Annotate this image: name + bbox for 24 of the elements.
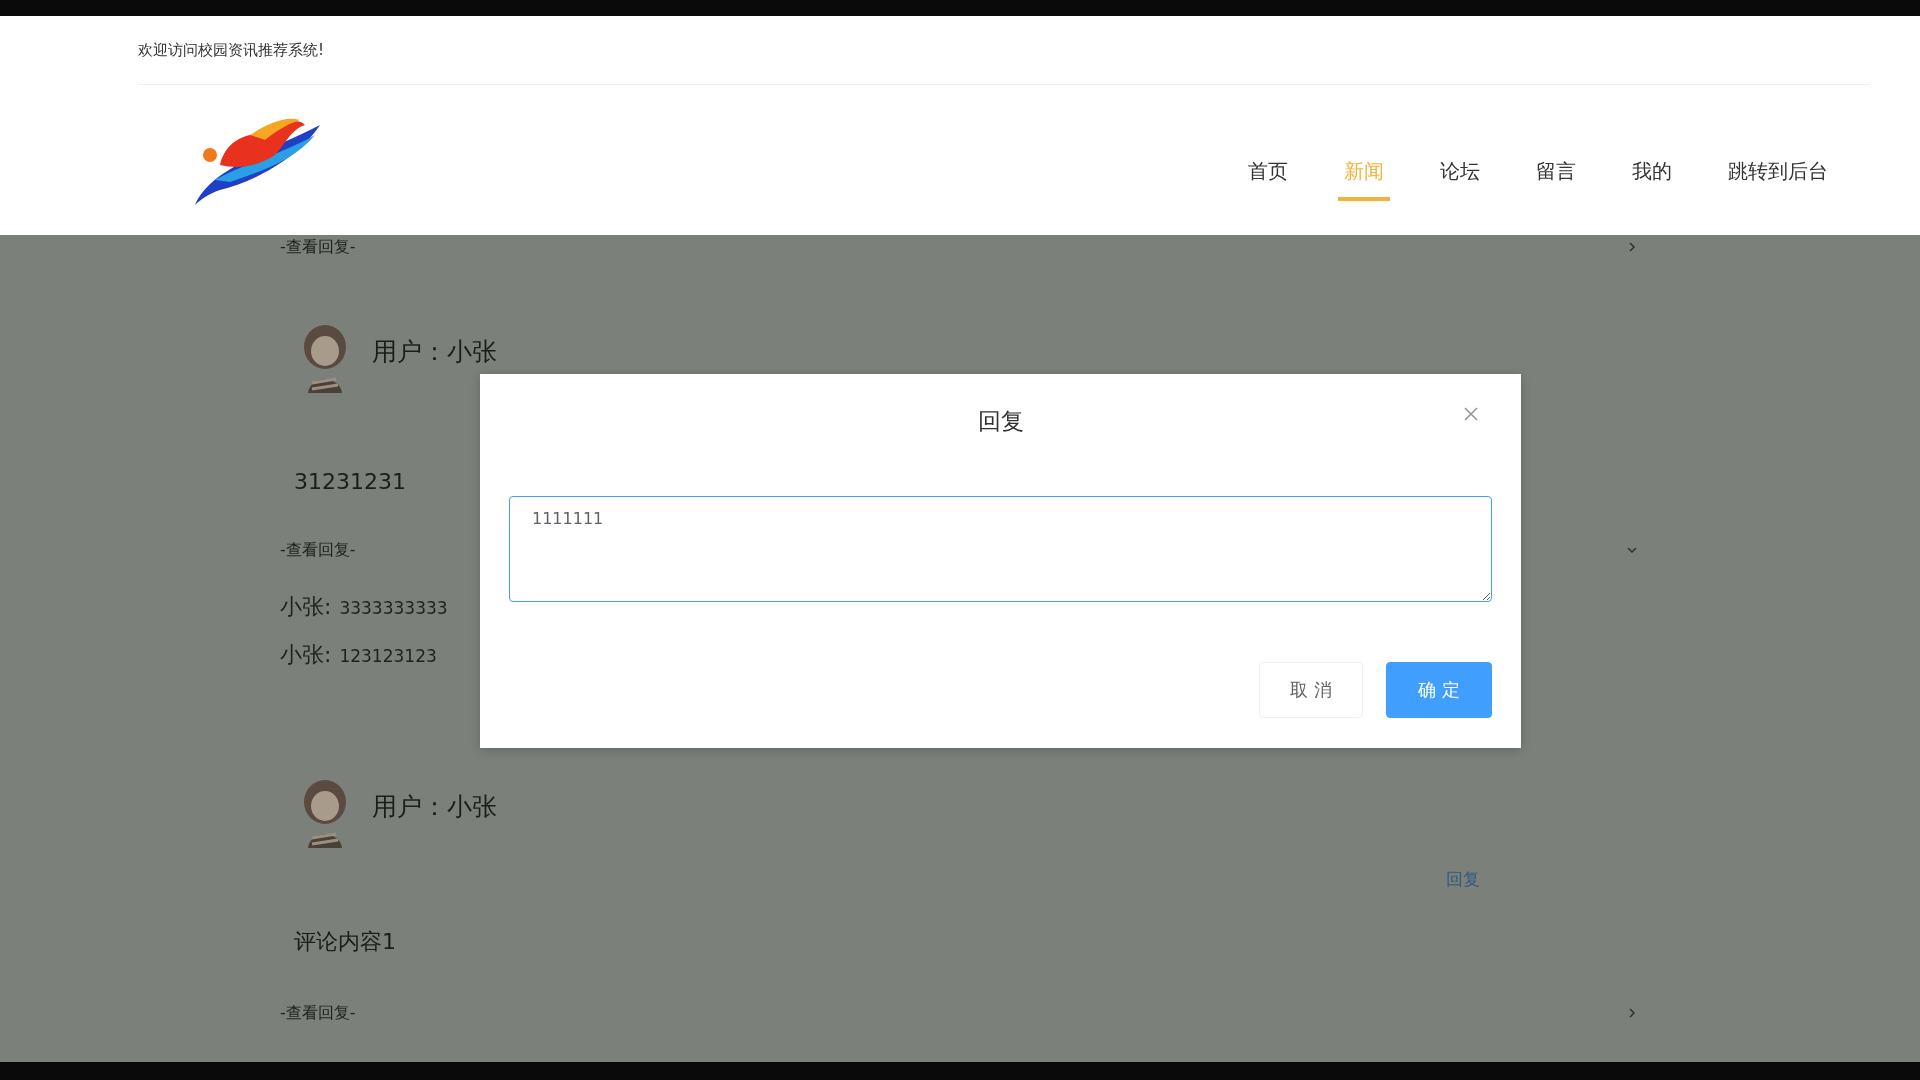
view-replies-link[interactable]: -查看回复- <box>280 236 356 258</box>
view-replies-link[interactable]: -查看回复- <box>280 1002 356 1024</box>
reply-author: 小张: <box>280 641 332 669</box>
chevron-icon[interactable] <box>1626 241 1638 253</box>
comment-text: 31231231 <box>293 469 407 494</box>
close-icon[interactable] <box>1464 407 1478 421</box>
comment-text: 评论内容1 <box>293 928 397 956</box>
chevron-icon[interactable] <box>1626 544 1638 556</box>
nav-link[interactable]: 跳转到后台 <box>1722 147 1834 201</box>
reply-text: 123123123 <box>339 646 437 666</box>
reply-author: 小张: <box>280 593 332 621</box>
user-name: 用户：小张 <box>372 335 497 368</box>
chevron-icon[interactable] <box>1626 1007 1638 1019</box>
nav-link[interactable]: 首页 <box>1242 147 1294 201</box>
welcome-text: 欢迎访问校园资讯推荐系统! <box>138 40 324 60</box>
reply-input[interactable]: 1111111 <box>509 496 1492 602</box>
reply-text: 3333333333 <box>339 598 448 618</box>
view-replies-link[interactable]: -查看回复- <box>280 539 356 561</box>
nav-link[interactable]: 留言 <box>1530 147 1582 201</box>
dialog-title: 回复 <box>977 407 1024 436</box>
nav-link[interactable]: 论坛 <box>1434 147 1486 201</box>
nav-link[interactable]: 我的 <box>1626 147 1678 201</box>
cancel-button[interactable]: 取 消 <box>1259 662 1363 718</box>
user-name: 用户：小张 <box>372 790 497 823</box>
